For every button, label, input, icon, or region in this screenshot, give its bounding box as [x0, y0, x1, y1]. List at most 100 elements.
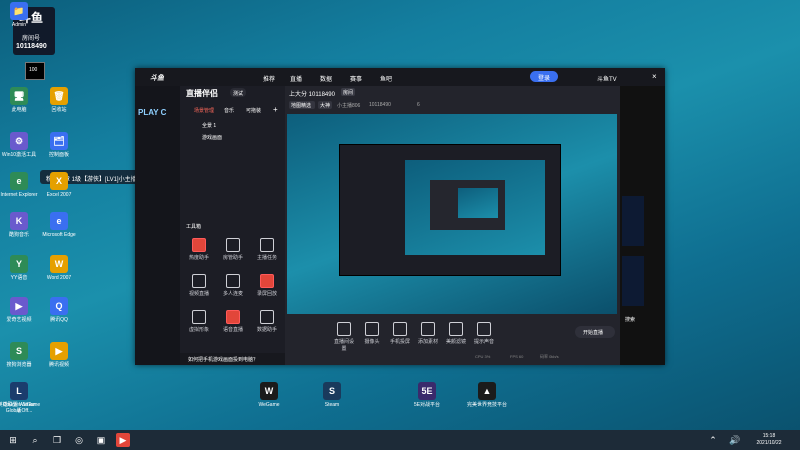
desktop-icon[interactable]: ▶ 爱奇艺视频: [0, 297, 41, 323]
bottom-tool[interactable]: 提示声音: [473, 322, 495, 345]
category-label: 地图精选: [291, 103, 312, 109]
desktop-icon[interactable]: e Internet Explorer: [0, 172, 41, 198]
search-icon[interactable]: ⌕: [28, 433, 42, 447]
tab-draggable[interactable]: 可拖装: [246, 107, 261, 114]
desktop-icon[interactable]: S Steam: [310, 382, 354, 408]
game-thumbnail[interactable]: [622, 196, 644, 246]
tool-item[interactable]: 视频直播: [188, 274, 210, 297]
nested-window: [339, 144, 561, 276]
game-thumbnail[interactable]: [622, 256, 644, 306]
room-tag: 房间: [341, 88, 355, 96]
app-taskbar-icon[interactable]: ▣: [94, 433, 108, 447]
tool-icon: [192, 310, 206, 324]
desktop-icon[interactable]: 🖥 此电脑: [0, 87, 41, 113]
tool-icon: [260, 274, 274, 288]
tool-icon: [226, 238, 240, 252]
desktop-icon[interactable]: S 搜狗浏览器: [0, 342, 41, 368]
desktop-icon-label: Word 2007: [46, 275, 72, 281]
live-app-taskbar-icon[interactable]: ▶: [116, 433, 130, 447]
tool-item[interactable]: 主播任务: [256, 238, 278, 261]
desktop-icon-label: 英雄联盟 WeGame版: [0, 402, 41, 414]
tool-item[interactable]: 多人连麦: [222, 274, 244, 297]
desktop-icon[interactable]: ⚙ Win10激活工具: [0, 132, 41, 158]
perfect-world-icon: ▲: [478, 382, 496, 400]
desktop-icon[interactable]: e Microsoft Edge: [37, 212, 81, 238]
desktop-icon[interactable]: Y YY语音: [0, 255, 41, 281]
steam-taskbar-icon[interactable]: ◎: [72, 433, 86, 447]
tab-events[interactable]: 赛事: [350, 74, 362, 83]
tool-item[interactable]: 录屏回放: [256, 274, 278, 297]
bottom-tool-label: 提示声音: [473, 339, 494, 345]
desktop-icon[interactable]: 🗑 回收站: [37, 87, 81, 113]
5e-icon: 5E: [418, 382, 436, 400]
status-cpu: CPU 3%: [475, 354, 491, 359]
bottom-tool-icon: [365, 322, 379, 336]
desktop-icon[interactable]: K 酷狗音乐: [0, 212, 41, 238]
category-tag[interactable]: 地图精选: [289, 101, 315, 109]
add-scene-icon[interactable]: +: [273, 105, 278, 114]
bottom-tool-label: 直播间设置: [333, 339, 354, 352]
tab-music[interactable]: 音乐: [224, 107, 234, 114]
desktop-icon[interactable]: ▶ 腾讯视频: [37, 342, 81, 368]
desktop-icon[interactable]: ▲ 完美世界竞技平台: [465, 382, 509, 408]
tool-item[interactable]: 虚拟形象: [188, 310, 210, 333]
start-live-label: 开始直播: [583, 330, 604, 336]
desktop-icon[interactable]: X Excel 2007: [37, 172, 81, 198]
tab-recommend[interactable]: 推荐: [263, 74, 275, 83]
desktop-icon-label: Microsoft Edge: [42, 232, 76, 238]
tray-icon[interactable]: ⌃: [706, 433, 720, 447]
login-label: 登录: [538, 76, 551, 82]
desktop-icon[interactable]: L 英雄联盟 WeGame版: [0, 382, 41, 414]
scene-item-1[interactable]: 全景 1: [202, 122, 216, 129]
desktop-icon[interactable]: W WeGame: [247, 382, 291, 408]
tool-item[interactable]: 房管助手: [222, 238, 244, 261]
clock[interactable]: 15:18 2021/10/22: [746, 433, 792, 447]
desktop-icon[interactable]: 5E 5E对战平台: [405, 382, 449, 408]
bottom-tool[interactable]: 直播间设置: [333, 322, 355, 352]
bottom-tool[interactable]: 手机投屏: [389, 322, 411, 345]
start-live-button[interactable]: 开始直播: [575, 326, 615, 338]
tab-scene-manage[interactable]: 场景管理: [194, 107, 214, 114]
streamer-uid: 10118490: [369, 102, 391, 108]
tool-label: 数据助手: [256, 327, 277, 333]
bottom-tool[interactable]: 摄像头: [361, 322, 383, 345]
desktop-icon[interactable]: Q 腾讯QQ: [37, 297, 81, 323]
taskbar: ⊞ ⌕ ❒ ◎ ▣ ▶ ⌃ 🔊 15:18 2021/10/22: [0, 430, 800, 450]
tool-item[interactable]: 数据助手: [256, 310, 278, 333]
app-name: 直播伴侣: [186, 89, 218, 98]
windows-start-icon[interactable]: ⊞: [6, 433, 20, 447]
notice-text: 如何把手机游戏画面投到电脑？: [188, 357, 259, 363]
tool-icon: [226, 274, 240, 288]
tab-live[interactable]: 直播: [290, 74, 302, 83]
desktop-icon[interactable]: 📁 Admin: [0, 2, 41, 28]
wegame-icon: W: [260, 382, 278, 400]
window-top-bar: 斗鱼 推荐 直播 数据 赛事 鱼吧 登录 斗鱼TV ×: [135, 68, 665, 86]
desktop-icon[interactable]: 🗂 控制面板: [37, 132, 81, 158]
douyu-logo: 斗鱼: [150, 75, 164, 82]
desktop-icon[interactable]: W Word 2007: [37, 255, 81, 281]
tab-data[interactable]: 数据: [320, 74, 332, 83]
login-button[interactable]: 登录: [530, 71, 558, 82]
close-icon[interactable]: ×: [652, 72, 657, 81]
clock-date: 2021/10/22: [756, 440, 782, 446]
live-preview[interactable]: [287, 114, 617, 314]
mode-tag[interactable]: 大神: [318, 101, 332, 109]
bottom-tool-icon: [477, 322, 491, 336]
bottom-tool[interactable]: 添加素材: [417, 322, 439, 345]
task-view-icon[interactable]: ❒: [50, 433, 64, 447]
speaker-icon[interactable]: 🔊: [728, 433, 742, 447]
bottom-tool[interactable]: 美颜滤镜: [445, 322, 467, 345]
scene-item-2[interactable]: 游戏画面: [202, 134, 222, 141]
tool-item[interactable]: 热度助手: [188, 238, 210, 261]
tab-fishbar[interactable]: 鱼吧: [380, 74, 392, 83]
right-panel: 搜索: [620, 86, 665, 365]
tool-icon: ⚙: [10, 132, 28, 150]
iqiyi-icon: ▶: [10, 297, 28, 315]
bottom-tool-icon: [449, 322, 463, 336]
tool-label: 房管助手: [222, 255, 243, 261]
tool-item[interactable]: 语音直播: [222, 310, 244, 333]
notice-bar[interactable]: 如何把手机游戏画面投到电脑？: [180, 353, 285, 365]
yy-icon: Y: [10, 255, 28, 273]
qq-icon: Q: [50, 297, 68, 315]
control-panel-icon: 🗂: [50, 132, 68, 150]
